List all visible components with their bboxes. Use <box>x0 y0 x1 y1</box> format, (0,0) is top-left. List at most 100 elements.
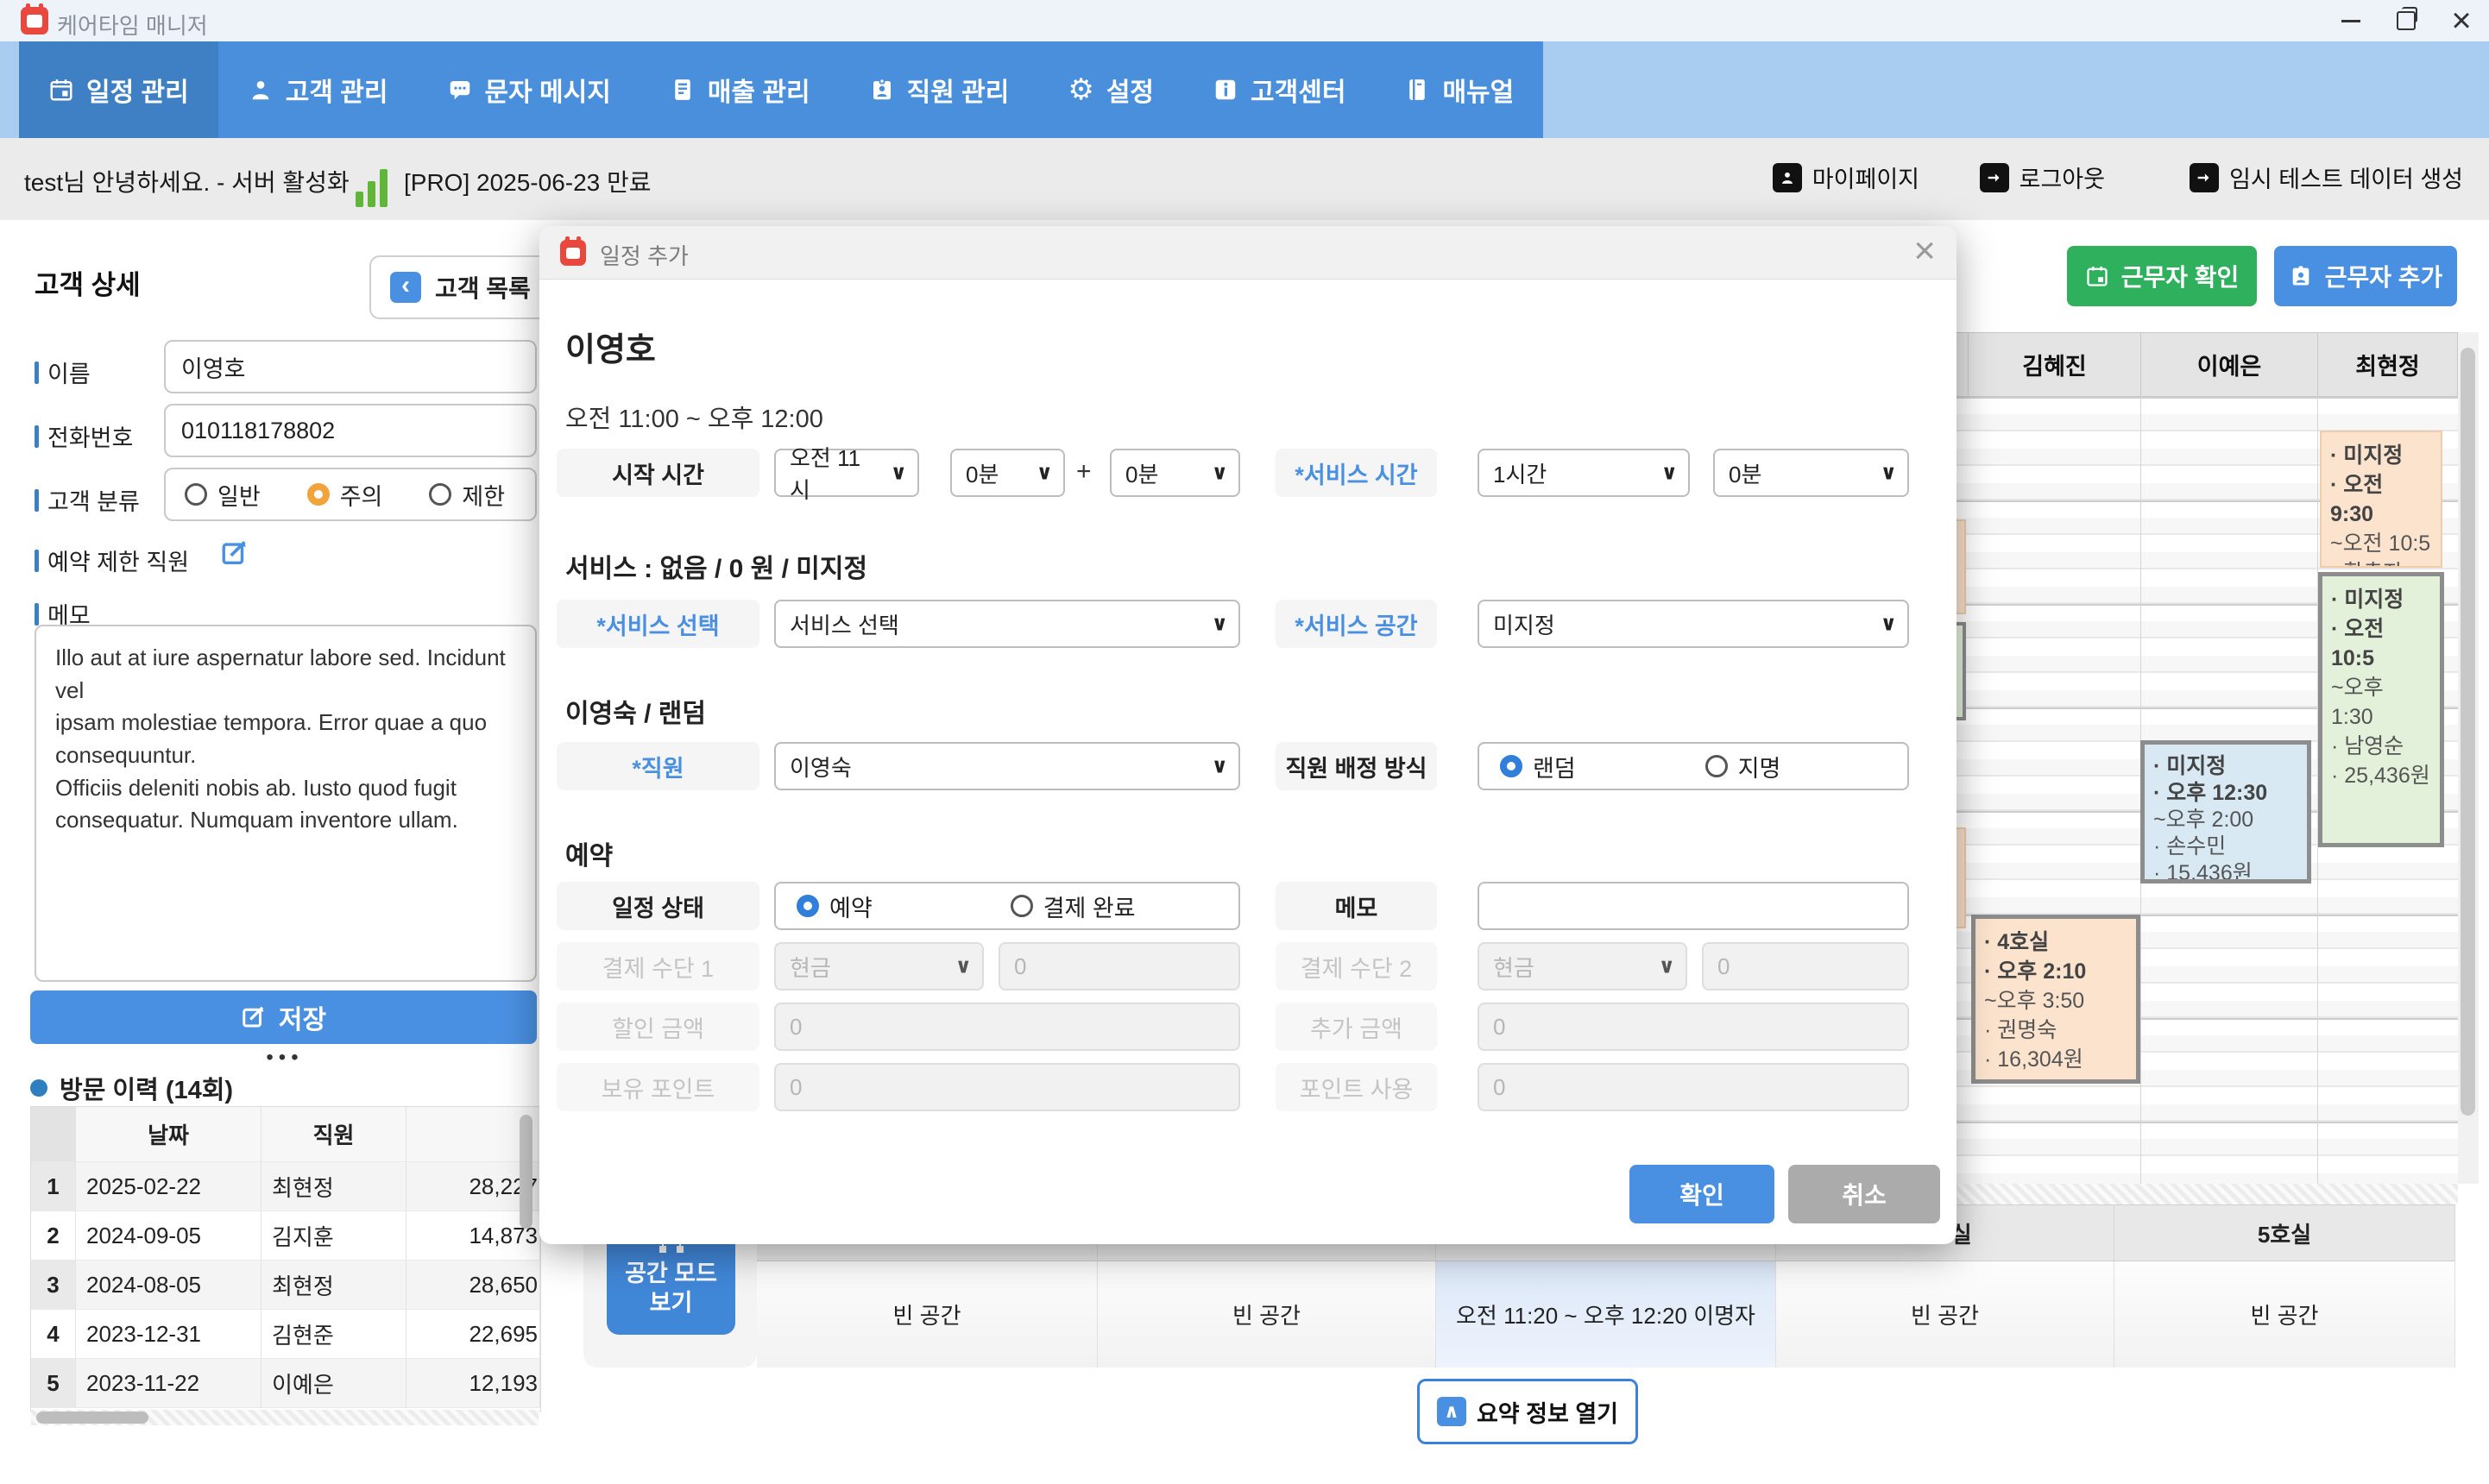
nav-tab-manual[interactable]: 매뉴얼 <box>1375 41 1543 138</box>
name-input[interactable]: 이영호 <box>164 340 537 393</box>
class-radio-restricted[interactable]: 제한 <box>429 478 505 512</box>
service-hour-select[interactable]: 1시간∨ <box>1478 449 1690 497</box>
confirm-button[interactable]: 확인 <box>1629 1165 1774 1223</box>
reservation-title: 예약 <box>565 834 613 872</box>
person-badge-icon <box>1773 163 1802 192</box>
start-minute-select[interactable]: 0분∨ <box>950 449 1065 497</box>
nav-tab-messages[interactable]: 문자 메시지 <box>418 41 640 138</box>
appointment-card-selected[interactable]: · 4호실 · 오후 2:10 ~오후 3:50 · 권명숙 · 16,304원 <box>1971 915 2140 1084</box>
pay2-amount-input[interactable]: 0 <box>1702 942 1909 990</box>
generate-test-data-link[interactable]: 임시 테스트 데이터 생성 <box>2190 160 2463 194</box>
appointment-card-selected[interactable]: · 미지정 · 오전 10:5 ~오후 1:30 · 남영순 · 25,436원 <box>2318 572 2444 847</box>
edit-icon[interactable] <box>220 538 249 568</box>
table-row[interactable]: 5 2023-11-22 이예은 12,193 <box>31 1359 540 1408</box>
appointment-card-selected[interactable]: · 미지정 · 오후 12:30 ~오후 2:00 · 손수민 · 15,436… <box>2140 740 2311 883</box>
add-worker-button[interactable]: 근무자 추가 <box>2274 246 2457 306</box>
grid-header-staff-2[interactable]: 이예은 <box>2140 332 2318 397</box>
service-select[interactable]: 서비스 선택∨ <box>774 600 1240 648</box>
room-cell-empty-3[interactable]: 빈 공간 <box>1776 1261 2114 1368</box>
staff-select[interactable]: 이영숙∨ <box>774 742 1240 790</box>
calendar-icon <box>48 77 74 103</box>
grid-vertical-scrollbar-thumb[interactable] <box>2461 348 2475 1116</box>
check-worker-label: 근무자 확인 <box>2121 259 2240 293</box>
points-input[interactable]: 0 <box>774 1063 1240 1111</box>
window-title: 케어타임 매니저 <box>57 9 208 41</box>
memo-input[interactable] <box>1478 882 1909 930</box>
logout-link[interactable]: 로그아웃 <box>1980 160 2105 194</box>
table-vertical-scrollbar[interactable] <box>520 1115 532 1229</box>
discount-label: 할인 금액 <box>557 1003 759 1051</box>
room-cell-empty-2[interactable]: 빈 공간 <box>1098 1261 1436 1368</box>
appointment-card[interactable]: · 미지정 · 오전 9:30 ~오전 10:5 · 황춘자 <box>2320 431 2442 568</box>
more-dots[interactable]: ••• <box>0 1046 570 1070</box>
grid-header-staff-3[interactable]: 최현정 <box>2317 332 2458 397</box>
points-use-input[interactable]: 0 <box>1478 1063 1909 1111</box>
phone-input[interactable]: 010118178802 <box>164 404 537 457</box>
customer-memo-textarea[interactable]: Illo aut at iure aspernatur labore sed. … <box>35 625 537 982</box>
nav-tab-label: 직원 관리 <box>907 71 1010 109</box>
save-button[interactable]: 저장 <box>30 990 537 1044</box>
nav-tab-support[interactable]: 고객센터 <box>1183 41 1375 138</box>
maximize-button[interactable] <box>2379 0 2434 41</box>
radio-selected-icon <box>307 483 330 506</box>
my-page-label: 마이페이지 <box>1812 160 1919 194</box>
summary-open-label: 요약 정보 열기 <box>1477 1395 1618 1429</box>
pay1-method-select[interactable]: 현금∨ <box>774 942 984 990</box>
restore-icon <box>2397 11 2416 30</box>
assign-radio-random[interactable]: 랜덤 <box>1500 750 1576 783</box>
nav-tab-staff[interactable]: 직원 관리 <box>840 41 1039 138</box>
dialog-customer-name: 이영호 <box>565 323 656 370</box>
service-minute-select[interactable]: 0분∨ <box>1713 449 1909 497</box>
close-window-button[interactable]: × <box>2434 0 2489 41</box>
chevron-down-icon: ∨ <box>1212 754 1229 779</box>
cancel-button[interactable]: 취소 <box>1788 1165 1940 1223</box>
status-radio-paid[interactable]: 결제 완료 <box>1011 890 1136 923</box>
service-space-label: *서비스 공간 <box>1276 600 1437 648</box>
grid-vertical-scrollbar[interactable] <box>2458 332 2479 1184</box>
dialog-title: 일정 추가 <box>600 239 689 271</box>
generate-test-data-label: 임시 테스트 데이터 생성 <box>2229 160 2463 194</box>
chevron-down-icon: ∨ <box>955 954 973 979</box>
class-radio-normal[interactable]: 일반 <box>185 478 261 512</box>
chat-icon <box>447 77 473 103</box>
discount-input[interactable]: 0 <box>774 1003 1240 1051</box>
minimize-button[interactable] <box>2323 0 2379 41</box>
pay2-method-select[interactable]: 현금∨ <box>1478 942 1687 990</box>
edit-icon <box>241 1004 267 1030</box>
minimize-icon <box>2341 20 2360 22</box>
room-cell-booked[interactable]: 오전 11:20 ~ 오후 12:20 이명자 <box>1436 1261 1776 1368</box>
room-cell-empty-1[interactable]: 빈 공간 <box>757 1261 1098 1368</box>
class-radio-group: 일반 주의 제한 <box>164 468 537 521</box>
space-mode-label-1: 공간 모드 <box>607 1259 735 1288</box>
pay2-label: 결제 수단 2 <box>1276 942 1437 990</box>
status-group: 예약 결제 완료 <box>774 882 1240 930</box>
extra-minute-select[interactable]: 0분∨ <box>1110 449 1240 497</box>
nav-tab-sales[interactable]: 매출 관리 <box>640 41 840 138</box>
assign-radio-named[interactable]: 지명 <box>1705 750 1781 783</box>
nav-tab-customers[interactable]: 고객 관리 <box>218 41 418 138</box>
check-worker-button[interactable]: 근무자 확인 <box>2067 246 2257 306</box>
close-icon[interactable]: × <box>1913 230 1936 273</box>
class-radio-warning[interactable]: 주의 <box>307 478 383 512</box>
status-radio-reserved[interactable]: 예약 <box>797 890 873 923</box>
table-row[interactable]: 4 2023-12-31 김현준 22,695 <box>31 1310 540 1359</box>
nav-tab-settings[interactable]: ⚙ 설정 <box>1038 41 1183 138</box>
receipt-icon <box>670 77 696 103</box>
info-icon <box>1213 77 1238 103</box>
table-horizontal-scrollbar-thumb[interactable] <box>36 1412 148 1424</box>
space-mode-label-2: 보기 <box>607 1288 735 1317</box>
table-row[interactable]: 3 2024-08-05 최현정 28,650 <box>31 1261 540 1310</box>
service-space-select[interactable]: 미지정∨ <box>1478 600 1909 648</box>
summary-open-button[interactable]: ∧ 요약 정보 열기 <box>1417 1379 1638 1444</box>
start-hour-select[interactable]: 오전 11시∨ <box>774 449 919 497</box>
my-page-link[interactable]: 마이페이지 <box>1773 160 1919 194</box>
grid-header-staff-1[interactable]: 김혜진 <box>1968 332 2141 397</box>
pay1-amount-input[interactable]: 0 <box>999 942 1240 990</box>
chevron-down-icon: ∨ <box>1881 612 1898 637</box>
table-row[interactable]: 1 2025-02-22 최현정 28,227 <box>31 1162 540 1211</box>
nav-tab-schedule[interactable]: 일정 관리 <box>19 41 218 138</box>
logout-label: 로그아웃 <box>2020 160 2105 194</box>
table-row[interactable]: 2 2024-09-05 김지훈 14,873 <box>31 1211 540 1261</box>
extra-amount-input[interactable]: 0 <box>1478 1003 1909 1051</box>
room-cell-empty-4[interactable]: 빈 공간 <box>2114 1261 2455 1368</box>
